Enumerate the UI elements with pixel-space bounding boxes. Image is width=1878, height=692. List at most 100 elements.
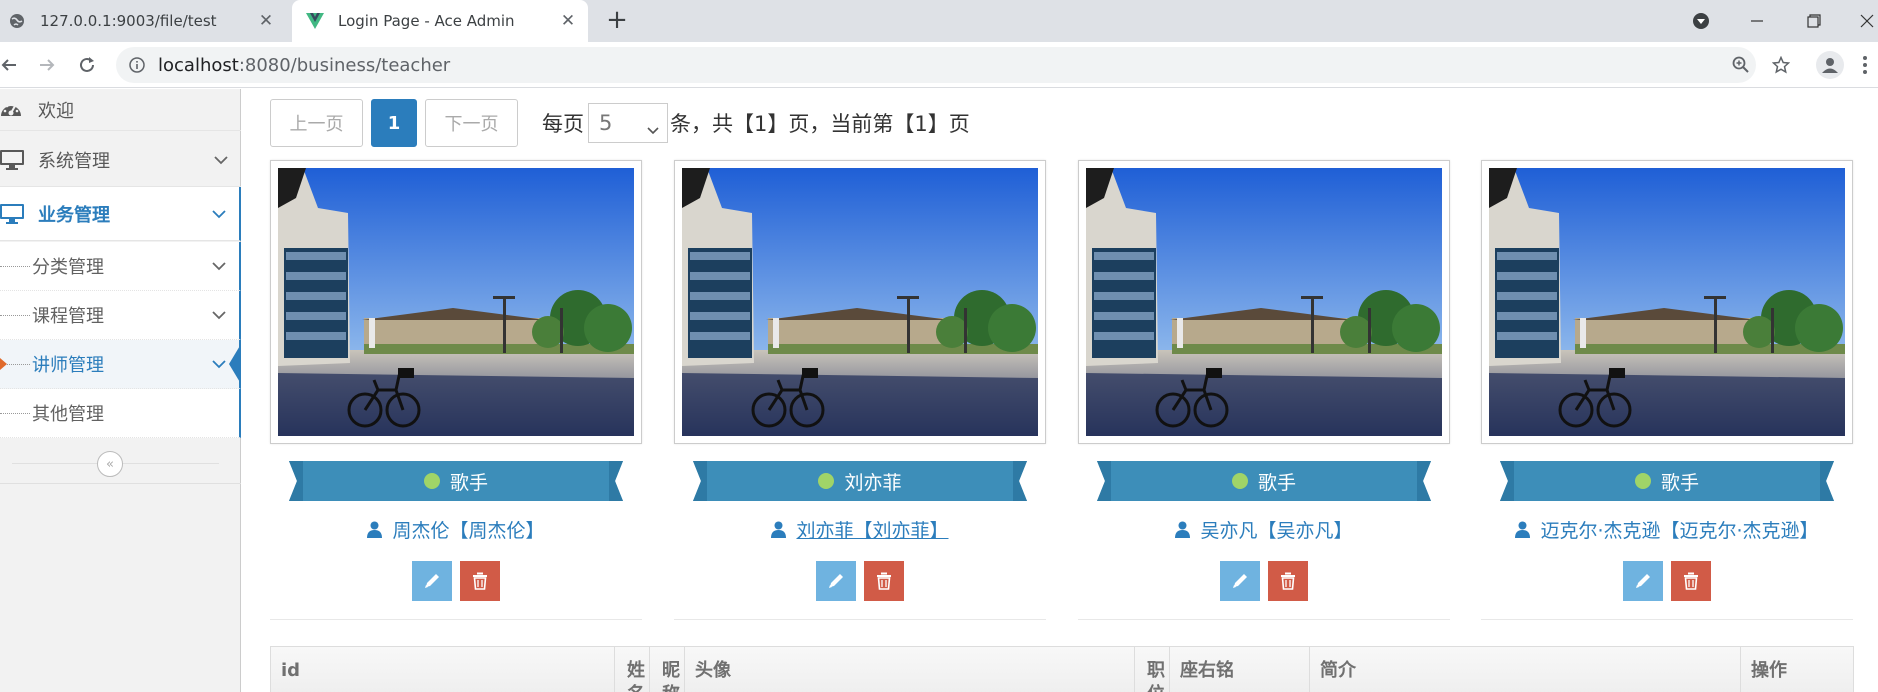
pencil-icon — [829, 574, 843, 588]
teacher-avatar-image — [270, 160, 642, 444]
per-page-label: 每页 — [542, 112, 584, 136]
forward-arrow-icon[interactable] — [32, 50, 62, 80]
close-icon[interactable]: ✕ — [554, 7, 582, 35]
delete-button[interactable] — [1268, 561, 1308, 601]
prev-page-button[interactable]: 上一页 — [270, 99, 363, 147]
tree-dash — [0, 314, 30, 316]
sidebar-label: 欢迎 — [38, 100, 74, 122]
url-path: :8080/business/teacher — [238, 54, 451, 76]
sidebar-label: 讲师管理 — [32, 355, 104, 376]
url-host: localhost — [158, 54, 239, 76]
back-arrow-icon[interactable] — [0, 50, 24, 80]
teacher-position: 歌手 — [1257, 471, 1296, 494]
minimize-icon[interactable] — [1742, 6, 1772, 36]
sidebar-item-welcome[interactable]: 欢迎 — [0, 89, 241, 131]
globe-icon — [8, 12, 26, 30]
sidebar-item-teacher[interactable]: 讲师管理 — [0, 340, 241, 389]
pencil-icon — [1233, 574, 1247, 588]
status-dot-icon — [1634, 473, 1651, 489]
card-actions — [1078, 561, 1450, 601]
user-icon — [771, 521, 787, 538]
bookmark-star-icon[interactable] — [1766, 50, 1796, 80]
delete-button[interactable] — [1671, 561, 1711, 601]
edit-button[interactable] — [1623, 561, 1663, 601]
trash-icon — [1684, 572, 1698, 590]
pagination: 上一页 1 下一页 每页 5 条，共【1】页，当前第【1】页 — [270, 99, 970, 147]
teacher-name-link[interactable]: 刘亦菲【刘亦菲】 — [674, 516, 1046, 543]
double-chevron-left-icon[interactable]: « — [97, 451, 123, 477]
browser-tab[interactable]: 127.0.0.1:9003/file/test ✕ — [0, 0, 286, 42]
more-menu-icon[interactable] — [1860, 53, 1870, 77]
status-dot-icon — [1231, 473, 1248, 489]
th-position: 职位 — [1135, 647, 1170, 692]
sidebar-label: 系统管理 — [38, 150, 110, 172]
position-ribbon: 歌手 — [1500, 461, 1834, 501]
sidebar-item-category[interactable]: 分类管理 — [0, 242, 241, 291]
teacher-avatar-image — [1078, 160, 1450, 444]
address-bar[interactable]: localhost:8080/business/teacher — [116, 47, 1756, 83]
card-divider — [1481, 619, 1853, 620]
pencil-icon — [1636, 574, 1650, 588]
chevron-down-icon — [199, 209, 239, 219]
teacher-table-header: id 姓名 昵称 头像 职位 座右铭 简介 操作 — [270, 646, 1854, 692]
th-motto: 座右铭 — [1170, 647, 1310, 692]
teacher-position: 刘亦菲 — [844, 471, 902, 494]
teacher-position: 歌手 — [1660, 471, 1699, 494]
teacher-card: 歌手 周杰伦【周杰伦】 — [270, 160, 642, 620]
tab-search-icon[interactable] — [1686, 6, 1716, 36]
card-actions — [674, 561, 1046, 601]
chevron-down-icon — [199, 310, 239, 320]
sidebar-item-course[interactable]: 课程管理 — [0, 291, 241, 340]
next-page-button[interactable]: 下一页 — [425, 99, 518, 147]
teacher-name: 迈克尔·杰克逊【迈克尔·杰克逊】 — [1540, 520, 1819, 542]
chevron-down-icon — [647, 116, 659, 140]
position-ribbon: 刘亦菲 — [693, 461, 1027, 501]
info-icon[interactable] — [128, 56, 146, 74]
card-actions — [1481, 561, 1853, 601]
zoom-icon[interactable] — [1726, 50, 1756, 80]
close-icon[interactable]: ✕ — [252, 7, 280, 35]
delete-button[interactable] — [460, 561, 500, 601]
sidebar-item-system[interactable]: 系统管理 — [0, 133, 241, 187]
teacher-name-link[interactable]: 吴亦凡【吴亦凡】 — [1078, 516, 1450, 543]
teacher-card: 刘亦菲 刘亦菲【刘亦菲】 — [674, 160, 1046, 620]
edit-button[interactable] — [412, 561, 452, 601]
trash-icon — [877, 572, 891, 590]
page-summary: 条，共【1】页，当前第【1】页 — [670, 112, 970, 136]
th-nickname: 昵称 — [650, 647, 685, 692]
page-size-select[interactable]: 5 — [588, 103, 668, 143]
pencil-icon — [425, 574, 439, 588]
page-1-button[interactable]: 1 — [371, 99, 417, 147]
new-tab-button[interactable]: + — [602, 6, 632, 36]
main-content: 上一页 1 下一页 每页 5 条，共【1】页，当前第【1】页 歌手 周杰伦【周杰… — [242, 89, 1878, 692]
chevron-down-icon — [199, 261, 239, 271]
reload-icon[interactable] — [72, 50, 102, 80]
window-close-icon[interactable] — [1852, 6, 1878, 36]
sidebar-collapse-bar: « — [0, 444, 241, 484]
sidebar-label: 课程管理 — [32, 306, 104, 327]
sidebar-item-business[interactable]: 业务管理 — [0, 187, 241, 241]
desktop-icon — [0, 149, 38, 170]
teacher-position: 歌手 — [449, 471, 488, 494]
th-avatar: 头像 — [685, 647, 1135, 692]
teacher-name-link[interactable]: 迈克尔·杰克逊【迈克尔·杰克逊】 — [1481, 516, 1853, 543]
tree-dash — [0, 265, 30, 267]
browser-toolbar: localhost:8080/business/teacher — [0, 42, 1878, 88]
th-id: id — [271, 647, 615, 692]
browser-tab-active[interactable]: Login Page - Ace Admin ✕ — [292, 0, 588, 42]
edit-button[interactable] — [816, 561, 856, 601]
edit-button[interactable] — [1220, 561, 1260, 601]
teacher-name: 周杰伦【周杰伦】 — [392, 520, 545, 542]
sidebar-item-other[interactable]: 其他管理 — [0, 389, 241, 438]
trash-icon — [1281, 572, 1295, 590]
restore-icon[interactable] — [1799, 6, 1829, 36]
th-intro: 简介 — [1310, 647, 1741, 692]
tab-title: 127.0.0.1:9003/file/test — [40, 12, 217, 30]
teacher-name: 吴亦凡【吴亦凡】 — [1200, 520, 1353, 542]
profile-avatar-icon[interactable] — [1816, 51, 1844, 79]
teacher-avatar-image — [1481, 160, 1853, 444]
teacher-name-link[interactable]: 周杰伦【周杰伦】 — [270, 516, 642, 543]
delete-button[interactable] — [864, 561, 904, 601]
user-icon — [367, 521, 383, 538]
sidebar-label: 分类管理 — [32, 257, 104, 278]
